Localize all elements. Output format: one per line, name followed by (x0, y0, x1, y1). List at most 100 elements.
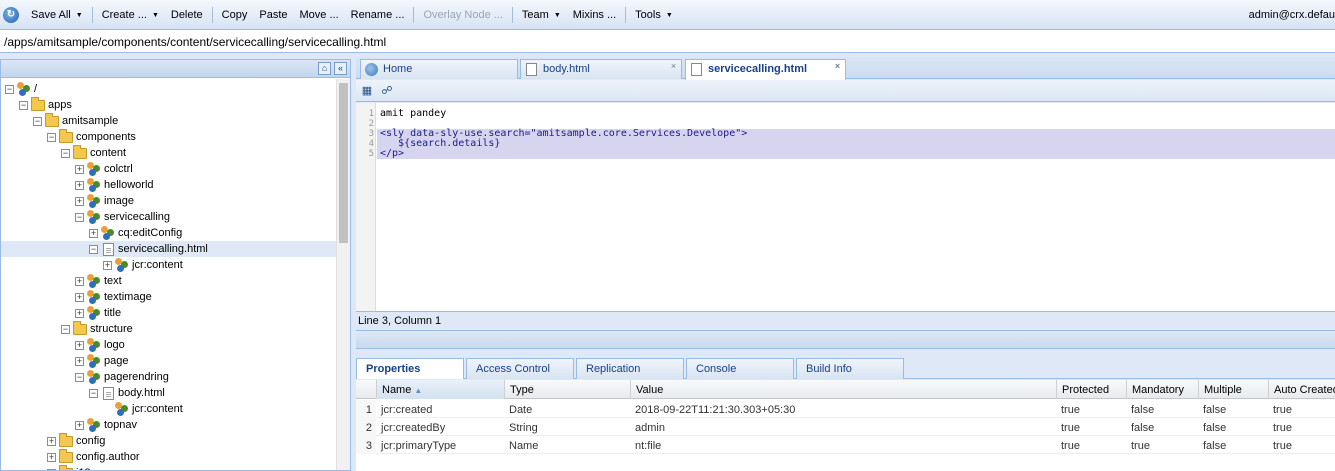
crx-logo-icon[interactable]: ↻ (3, 6, 19, 23)
tree-item[interactable]: − body.html (1, 385, 336, 401)
table-row[interactable]: 1 jcr:created Date 2018-09-22T11:21:30.303+… (356, 400, 1335, 418)
tree-item[interactable]: − components (1, 128, 336, 145)
collapse-icon[interactable]: − (5, 84, 14, 94)
column-header-multiple[interactable]: Multiple (1198, 380, 1268, 399)
tree-item[interactable]: − pagerendring (1, 369, 336, 385)
tree-item-label: logo (104, 339, 125, 351)
tree-item[interactable]: − amitsample (1, 112, 336, 129)
expand-icon[interactable]: + (75, 164, 84, 174)
close-icon[interactable]: × (669, 62, 678, 71)
tab-console[interactable]: Console (686, 358, 794, 379)
tab-build-info[interactable]: Build Info (796, 358, 904, 379)
tab-access-control[interactable]: Access Control (466, 358, 574, 379)
tree-item-label: apps (48, 99, 72, 111)
mixins-button[interactable]: Mixins ... (567, 5, 622, 25)
tree-item[interactable]: − / (1, 81, 336, 97)
delete-button[interactable]: Delete (165, 5, 209, 25)
expand-icon[interactable]: + (75, 196, 84, 206)
format-icon[interactable]: ▦ (360, 84, 374, 98)
tree-item[interactable]: − structure (1, 320, 336, 337)
collapse-icon[interactable]: − (89, 244, 98, 254)
tree-item[interactable]: − apps (1, 96, 336, 113)
expand-icon[interactable]: + (75, 276, 84, 286)
tree-item[interactable]: + cq:editConfig (1, 225, 336, 241)
create-button[interactable]: Create ... ▼ (96, 5, 165, 25)
collapse-icon[interactable]: − (75, 372, 84, 382)
expand-icon[interactable]: + (75, 420, 84, 430)
tree-home-icon[interactable]: ⌂ (318, 62, 331, 75)
tree-item[interactable]: + text (1, 273, 336, 289)
column-header-mandatory[interactable]: Mandatory (1126, 380, 1198, 399)
tab-home[interactable]: Home (360, 59, 518, 79)
save-all-button[interactable]: Save All ▼ (25, 5, 89, 25)
collapse-panel-icon[interactable]: « (334, 62, 347, 75)
collapse-icon[interactable]: − (61, 324, 70, 334)
close-icon[interactable]: × (833, 62, 842, 71)
tab-properties[interactable]: Properties (356, 358, 464, 379)
overlay-node-button[interactable]: Overlay Node ... (417, 5, 508, 25)
column-header-type[interactable]: Type (504, 380, 630, 399)
tree-item[interactable]: − content (1, 144, 336, 161)
tab-replication[interactable]: Replication (576, 358, 684, 379)
tab-servicecalling-html[interactable]: servicecalling.html × (685, 59, 846, 80)
repository-tree-panel: ⌂ « − / − apps − amitsample − components − conten… (0, 59, 351, 471)
tools-button[interactable]: Tools ▼ (629, 5, 679, 25)
collapse-icon[interactable]: − (89, 388, 98, 398)
collapse-icon[interactable]: − (33, 116, 42, 126)
move-button[interactable]: Move ... (294, 5, 345, 25)
search-binoculars-icon[interactable]: ☍ (380, 84, 394, 98)
tree-scrollbar[interactable] (336, 79, 350, 470)
tree-item[interactable]: +i18n (1, 464, 336, 470)
tree-item[interactable]: + helloworld (1, 177, 336, 193)
tree-item[interactable]: jcr:content (1, 401, 336, 417)
expand-icon[interactable]: + (75, 308, 84, 318)
expand-icon[interactable]: + (103, 260, 112, 270)
expand-icon[interactable]: + (75, 356, 84, 366)
collapse-icon[interactable]: − (75, 212, 84, 222)
panel-splitter[interactable] (356, 333, 1335, 349)
expand-icon[interactable]: + (75, 180, 84, 190)
team-button[interactable]: Team ▼ (516, 5, 567, 25)
column-header-auto-created[interactable]: Auto Created (1268, 380, 1335, 399)
copy-button[interactable]: Copy (216, 5, 254, 25)
table-row[interactable]: 2 jcr:createdBy String admin true false false t… (356, 418, 1335, 436)
column-header-protected[interactable]: Protected (1056, 380, 1126, 399)
table-row[interactable]: 3 jcr:primaryType Name nt:file true true false… (356, 436, 1335, 454)
code-editor[interactable]: 1 2 3 4 5 amit pandey <sly data-sly-use.… (356, 103, 1335, 311)
tree-item[interactable]: + image (1, 193, 336, 209)
expand-icon[interactable]: + (75, 292, 84, 302)
path-input[interactable]: /apps/amitsample/components/content/serv… (0, 30, 1335, 53)
scrollbar-thumb[interactable] (339, 83, 348, 243)
cell-protected: true (1061, 404, 1080, 416)
cell-protected: true (1061, 440, 1080, 452)
tree-item[interactable]: + textimage (1, 289, 336, 305)
properties-grid: Name ▲ Type Value Protected Mandatory Mul… (356, 380, 1335, 471)
tree-item[interactable]: + config (1, 432, 336, 449)
tree-item[interactable]: + colctrl (1, 161, 336, 177)
column-header-value[interactable]: Value (630, 380, 1056, 399)
tree-item[interactable]: + page (1, 353, 336, 369)
collapse-icon[interactable]: − (61, 148, 70, 158)
column-header-name[interactable]: Name ▲ (376, 380, 504, 399)
collapse-icon[interactable]: − (47, 132, 56, 142)
expand-icon[interactable]: + (75, 340, 84, 350)
tree-item[interactable]: − servicecalling.html (1, 241, 336, 257)
tab-body-html[interactable]: body.html × (520, 59, 682, 79)
collapse-icon[interactable]: − (19, 100, 28, 110)
node-icon (101, 226, 115, 240)
editor-toolbar: ▦ ☍ (356, 80, 1335, 102)
expand-icon[interactable]: + (89, 228, 98, 238)
rename-button[interactable]: Rename ... (345, 5, 411, 25)
paste-button[interactable]: Paste (253, 5, 293, 25)
user-label[interactable]: admin@crx.defau (1249, 9, 1335, 21)
tree-item[interactable]: + config.author (1, 448, 336, 465)
expand-icon[interactable]: + (47, 452, 56, 462)
tree-item[interactable]: + title (1, 305, 336, 321)
tree-item[interactable]: + topnav (1, 417, 336, 433)
node-icon (87, 178, 101, 192)
expand-icon[interactable]: + (47, 436, 56, 446)
tree-item[interactable]: − servicecalling (1, 209, 336, 225)
line-number: 1 (368, 109, 374, 119)
tree-item[interactable]: + logo (1, 337, 336, 353)
tree-item[interactable]: + jcr:content (1, 257, 336, 273)
